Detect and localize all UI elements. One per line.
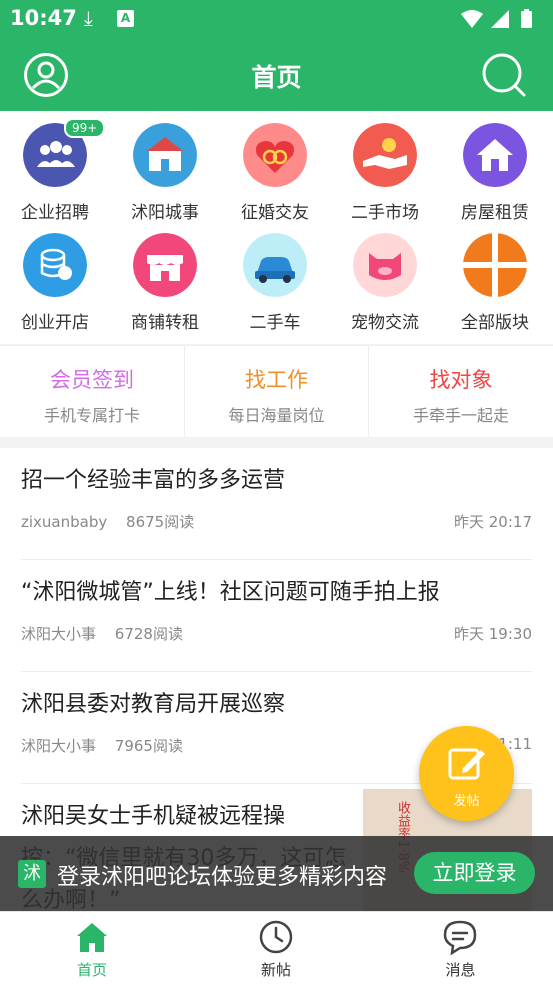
login-prompt-text: 登录沭阳吧论坛体验更多精彩内容	[57, 865, 388, 890]
download-icon: ⤓	[84, 6, 93, 30]
post-author: zixuanbaby	[21, 513, 108, 531]
quick-links: 会员签到 手机专属打卡 找工作 每日海量岗位 找对象 手牵手一起走	[0, 345, 553, 438]
tab-label: 首页	[76, 961, 107, 979]
post-title: “沭阳微城管”上线！社区问题可随手拍上报	[21, 580, 440, 605]
quick-checkin[interactable]: 会员签到 手机专属打卡	[0, 346, 184, 438]
house-icon	[463, 123, 527, 187]
post-meta: zixuanbaby 8675阅读	[21, 511, 194, 532]
quick-subtitle: 手机专属打卡	[43, 406, 140, 425]
storefront-icon	[133, 233, 197, 297]
app-header: 首页	[0, 38, 553, 111]
post-title: 沭阳县委对教育局开展巡察	[21, 692, 286, 717]
category-label: 全部版块	[461, 313, 529, 333]
app-notification-icon: A	[117, 10, 134, 27]
login-button[interactable]: 立即登录	[414, 852, 535, 894]
category-label: 宠物交流	[351, 313, 419, 333]
system-status-icons	[461, 9, 532, 28]
bottom-tab-bar: 首页 新帖 消息	[0, 911, 553, 984]
category-label: 二手市场	[351, 203, 419, 223]
all-boards-icon	[463, 233, 527, 297]
chat-bubble-icon	[443, 920, 477, 955]
post-reads: 6728阅读	[114, 625, 183, 643]
category-job[interactable]: 99+ 企业招聘	[0, 111, 110, 223]
category-startup[interactable]: 创业开店	[0, 221, 110, 333]
quick-title: 会员签到	[50, 368, 134, 392]
hearts-rings-icon	[243, 123, 307, 187]
edit-icon	[448, 748, 485, 780]
car-icon	[243, 233, 307, 297]
category-used-car[interactable]: 二手车	[220, 221, 330, 333]
tab-label: 新帖	[260, 961, 291, 979]
home-icon	[77, 923, 107, 952]
quick-find-partner[interactable]: 找对象 手牵手一起走	[368, 346, 553, 438]
category-all-boards[interactable]: 全部版块	[440, 221, 550, 333]
category-label: 创业开店	[21, 313, 89, 333]
app-logo: 沭	[18, 860, 46, 888]
status-time: 10:47	[10, 6, 77, 30]
tab-label: 消息	[445, 961, 476, 979]
category-city[interactable]: 沭阳城事	[110, 111, 220, 223]
quick-find-job[interactable]: 找工作 每日海量岗位	[184, 346, 368, 438]
post-item[interactable]: “沭阳微城管”上线！社区问题可随手拍上报 沭阳大小事 6728阅读 昨天 19:…	[21, 560, 532, 672]
tab-home[interactable]: 首页	[0, 912, 184, 984]
new-post-label: 发帖	[453, 794, 480, 809]
clock-icon	[259, 920, 293, 954]
category-grid: 99+ 企业招聘 沭阳城事 征婚交友 二手市场 房屋租赁 创业开店 商铺转租 二…	[0, 111, 553, 344]
tab-messages[interactable]: 消息	[368, 912, 553, 984]
quick-subtitle: 每日海量岗位	[228, 406, 325, 425]
category-label: 征婚交友	[241, 203, 309, 223]
notification-badge: 99+	[64, 118, 106, 138]
post-reads: 8675阅读	[126, 513, 195, 531]
category-label: 沭阳城事	[131, 203, 199, 223]
quick-title: 找工作	[245, 368, 308, 392]
category-market[interactable]: 二手市场	[330, 111, 440, 223]
search-icon[interactable]	[481, 52, 527, 98]
post-meta: 沭阳大小事 6728阅读	[21, 623, 183, 644]
category-housing[interactable]: 房屋租赁	[440, 111, 550, 223]
category-label: 二手车	[249, 313, 301, 333]
pig-face-icon	[353, 233, 417, 297]
category-label: 商铺转租	[131, 313, 199, 333]
new-post-button[interactable]: 发帖	[419, 726, 514, 821]
post-title: 招一个经验丰富的多多运营	[21, 468, 286, 493]
category-label: 房屋租赁	[461, 203, 529, 223]
category-shop-transfer[interactable]: 商铺转租	[110, 221, 220, 333]
city-hall-icon	[133, 123, 197, 187]
post-item[interactable]: 招一个经验丰富的多多运营 zixuanbaby 8675阅读 昨天 20:17	[21, 448, 532, 560]
category-pets[interactable]: 宠物交流	[330, 221, 440, 333]
category-label: 企业招聘	[21, 203, 89, 223]
post-author: 沭阳大小事	[21, 737, 97, 755]
quick-subtitle: 手牵手一起走	[412, 406, 509, 425]
post-author: 沭阳大小事	[21, 625, 97, 643]
page-title: 首页	[251, 63, 302, 92]
post-meta: 沭阳大小事 7965阅读	[21, 735, 183, 756]
login-banner: 沭 登录沭阳吧论坛体验更多精彩内容 立即登录	[0, 836, 553, 911]
quick-title: 找对象	[429, 368, 493, 392]
post-time: 昨天 19:30	[454, 625, 532, 643]
post-reads: 7965阅读	[114, 737, 183, 755]
handshake-coin-icon	[353, 123, 417, 187]
coins-stack-icon	[23, 233, 87, 297]
status-bar: 10:47 ⤓ A	[0, 0, 553, 38]
category-dating[interactable]: 征婚交友	[220, 111, 330, 223]
post-time: 昨天 20:17	[454, 513, 532, 531]
tab-new-posts[interactable]: 新帖	[184, 912, 368, 984]
